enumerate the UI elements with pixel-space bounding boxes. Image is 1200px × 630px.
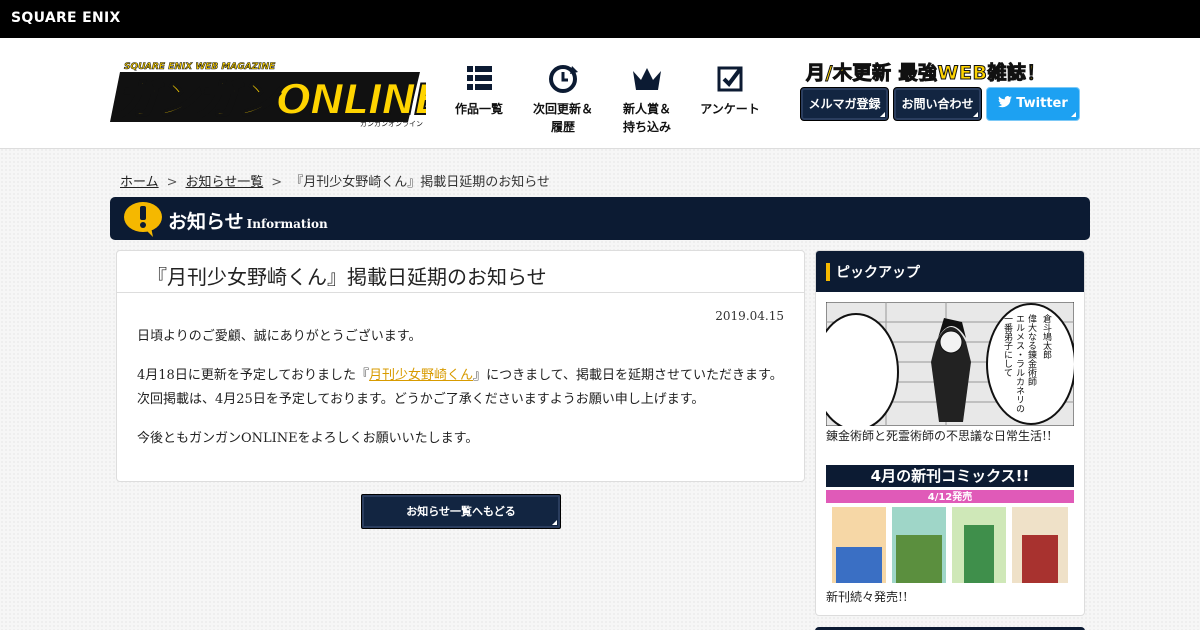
svg-text:エルメス・ラルカネリの: エルメス・ラルカネリの — [1014, 314, 1025, 413]
corner-arrow-icon — [1071, 112, 1076, 117]
pickup-caption[interactable]: 新刊続々発売!! — [826, 588, 908, 605]
sidebar-header: ピックアップ — [816, 251, 1084, 292]
breadcrumb-home[interactable]: ホーム — [120, 175, 159, 190]
sidebar-title: ピックアップ — [836, 265, 920, 281]
pickup-sidebar: ピックアップ 倉斗鳩太郎 偉大なる錬金術師 エルメス・ラルカネリの 一番弟子にし… — [815, 250, 1085, 616]
corner-arrow-icon — [880, 112, 885, 117]
paragraph-text: 4月18日に更新を予定しておりました『 — [137, 368, 370, 383]
banner-date: 4/12発売 — [928, 490, 973, 503]
new-comics-banner[interactable]: 4月の新刊コミックス!! 4/12発売 — [826, 465, 1074, 585]
breadcrumb: ホーム > お知らせ一覧 > 『月刊少女野崎くん』掲載日延期のお知らせ — [120, 171, 550, 190]
svg-text:一番弟子にして: 一番弟子にして — [1002, 314, 1013, 377]
back-to-news-button[interactable]: お知らせ一覧へもどる — [361, 494, 561, 529]
divider — [117, 292, 804, 293]
svg-text:ガンガンONLINE: ガンガンONLINE — [116, 75, 426, 124]
corner-arrow-icon — [552, 520, 557, 525]
nav-label: 新人賞＆持ち込み — [622, 102, 671, 134]
checkbox-icon — [717, 66, 743, 92]
corner-arrow-icon — [973, 112, 978, 117]
twitter-button[interactable]: Twitter — [986, 87, 1080, 121]
banner-title: 4月の新刊コミックス!! — [871, 467, 1030, 485]
contact-button[interactable]: お問い合わせ — [893, 87, 982, 121]
pickup-manga-image[interactable]: 倉斗鳩太郎 偉大なる錬金術師 エルメス・ラルカネリの 一番弟子にして — [826, 302, 1074, 426]
mailmag-button[interactable]: メルマガ登録 — [800, 87, 889, 121]
clock-refresh-icon — [549, 65, 578, 93]
nav-label: 作品一覧 — [454, 102, 503, 116]
top-bar: SQUARE ENIX — [0, 0, 1200, 38]
nav-label: 次回更新＆履歴 — [532, 102, 593, 134]
accent-bar — [826, 263, 830, 281]
svg-text:SQUARE ENIX WEB MAGAZINE: SQUARE ENIX WEB MAGAZINE — [124, 62, 276, 72]
breadcrumb-current: 『月刊少女野崎くん』掲載日延期のお知らせ — [290, 175, 550, 190]
section-header: お知らせ Information — [110, 197, 1090, 240]
contact-label: お問い合わせ — [901, 97, 974, 111]
tagline: 月/木更新 最強WEB雑誌！ — [806, 62, 1046, 85]
article-title: 『月刊少女野崎くん』掲載日延期のお知らせ — [147, 265, 547, 289]
breadcrumb-separator: > — [271, 175, 283, 190]
twitter-label: Twitter — [1016, 96, 1068, 111]
breadcrumb-news-list[interactable]: お知らせ一覧 — [186, 175, 264, 190]
gangan-online-logo[interactable]: SQUARE ENIX WEB MAGAZINE ガンガンONLINE ガンガン… — [110, 58, 426, 128]
grid-list-icon — [467, 66, 492, 90]
section-title-text: お知らせ — [168, 211, 244, 233]
square-enix-logo[interactable]: SQUARE ENIX — [11, 10, 121, 26]
svg-text:偉大なる錬金術師: 偉大なる錬金術師 — [1026, 313, 1037, 387]
article-paragraph: 今後ともガンガンONLINEをよろしくお願いいたします。 — [137, 431, 479, 446]
article-paragraph: 4月18日に更新を予定しておりました『月刊少女野崎くん』につきまして、掲載日を延… — [137, 364, 787, 412]
nav-label: アンケート — [700, 102, 760, 116]
article-date: 2019.04.15 — [715, 309, 784, 323]
site-header: SQUARE ENIX WEB MAGAZINE ガンガンONLINE ガンガン… — [0, 38, 1200, 149]
work-link[interactable]: 月刊少女野崎くん — [369, 368, 473, 383]
news-article: 『月刊少女野崎くん』掲載日延期のお知らせ 2019.04.15 日頃よりのご愛顧… — [116, 250, 805, 482]
svg-text:ガンガンオンライン: ガンガンオンライン — [360, 119, 423, 128]
exclamation-bubble-icon — [124, 202, 162, 237]
nav-works-list[interactable]: 作品一覧 — [437, 62, 521, 118]
section-subtitle: Information — [246, 217, 328, 231]
crown-icon — [633, 68, 661, 90]
twitter-bird-icon — [998, 96, 1013, 108]
breadcrumb-separator: > — [166, 175, 178, 190]
article-paragraph: 日頃よりのご愛顧、誠にありがとうございます。 — [137, 329, 422, 344]
nav-next-update[interactable]: 次回更新＆履歴 — [521, 62, 605, 136]
pickup-caption[interactable]: 錬金術師と死霊術師の不思議な日常生活!! — [826, 427, 1052, 444]
section-title: お知らせ Information — [168, 207, 328, 234]
bubble-name: 倉斗鳩太郎 — [1041, 313, 1052, 360]
nav-newcomer-award[interactable]: 新人賞＆持ち込み — [605, 62, 689, 136]
nav-survey[interactable]: アンケート — [688, 62, 772, 118]
back-button-label: お知らせ一覧へもどる — [406, 505, 516, 518]
mailmag-label: メルマガ登録 — [808, 97, 881, 111]
